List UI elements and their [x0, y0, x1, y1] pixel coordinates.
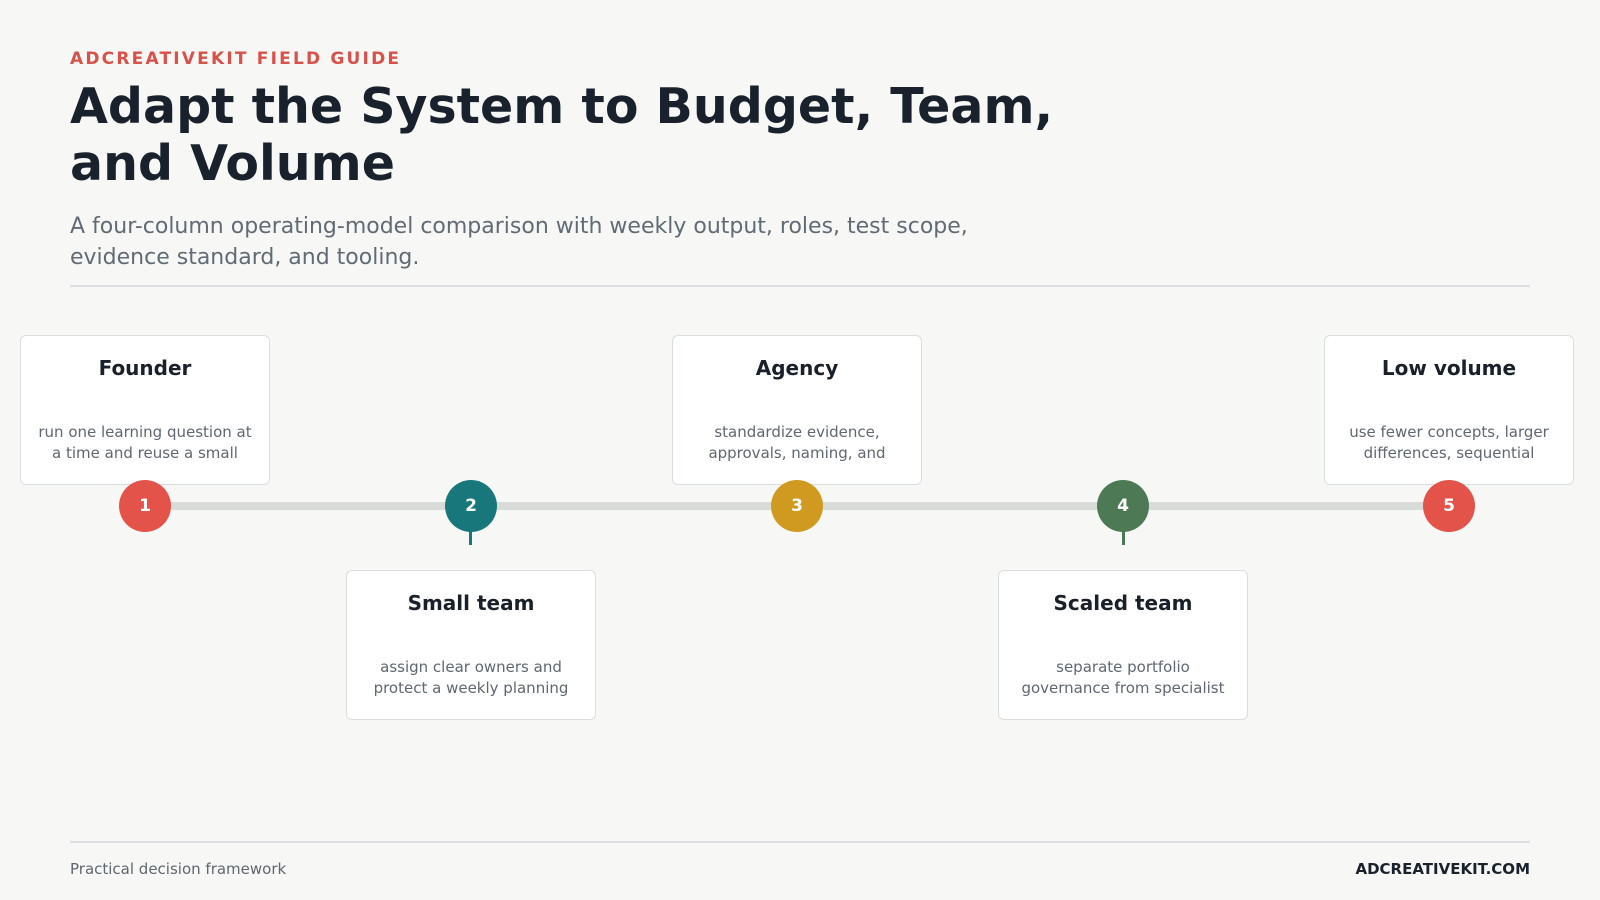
step-number: 2 [465, 496, 477, 516]
step-title: Agency [755, 356, 839, 380]
footer-divider [70, 841, 1530, 843]
step-description: use fewer concepts, larger differences, … [1349, 423, 1549, 462]
step-node-3: 3 [771, 480, 823, 532]
header-divider [70, 285, 1530, 287]
step-title: Low volume [1381, 356, 1517, 380]
step-title: Founder [98, 356, 192, 380]
step-card-2: Small team assign clear owners and prote… [346, 570, 596, 720]
step-card-3: Agency standardize evidence, approvals, … [672, 335, 922, 485]
step-title: Scaled team [1053, 591, 1193, 615]
step-node-1: 1 [119, 480, 171, 532]
footer-tagline: Practical decision framework [70, 860, 287, 878]
step-node-2: 2 [445, 480, 497, 532]
footer-brand: ADCREATIVEKIT.COM [1355, 860, 1530, 878]
step-card-5: Low volume use fewer concepts, larger di… [1324, 335, 1574, 485]
page-subtitle: A four-column operating-model comparison… [70, 214, 968, 270]
step-description: assign clear owners and protect a weekly… [373, 658, 569, 697]
eyebrow: ADCREATIVEKIT FIELD GUIDE [70, 49, 402, 69]
step-description: separate portfolio governance from speci… [1021, 658, 1225, 697]
step-number: 3 [791, 496, 803, 516]
step-number: 4 [1117, 496, 1129, 516]
step-node-4: 4 [1097, 480, 1149, 532]
step-title: Small team [407, 591, 535, 615]
step-node-5: 5 [1423, 480, 1475, 532]
step-description: run one learning question at a time and … [38, 423, 252, 462]
step-card-1: Founder run one learning question at a t… [20, 335, 270, 485]
step-card-4: Scaled team separate portfolio governanc… [998, 570, 1248, 720]
step-number: 5 [1443, 496, 1455, 516]
step-number: 1 [139, 496, 151, 516]
page-title: Adapt the System to Budget, Team, and Vo… [70, 78, 1054, 192]
step-description: standardize evidence, approvals, naming,… [708, 423, 886, 462]
